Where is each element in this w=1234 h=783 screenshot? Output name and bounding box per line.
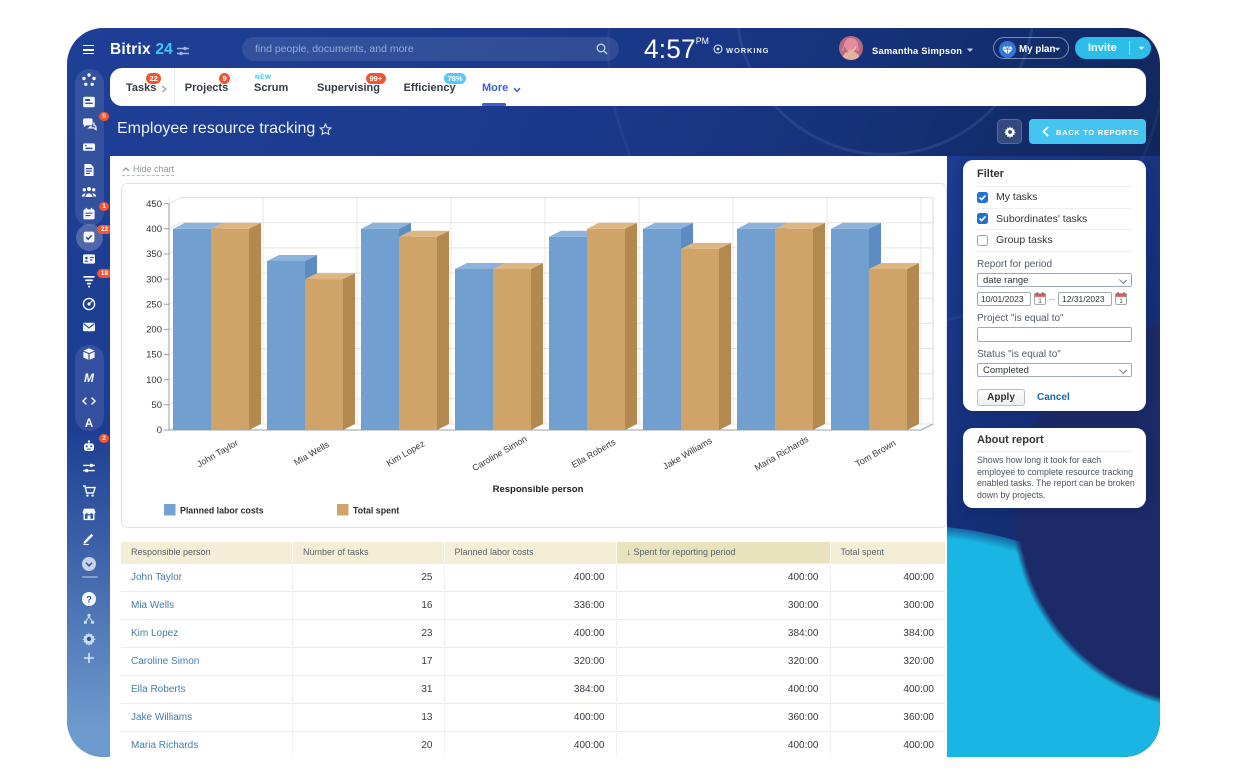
svg-text:50: 50 [151,400,162,411]
svg-text:Maria Richards: Maria Richards [753,434,811,473]
svg-text:Tom Brown: Tom Brown [854,438,898,469]
svg-text:150: 150 [146,350,162,361]
svg-text:1: 1 [1119,298,1123,305]
svg-text:?: ? [86,594,92,605]
svg-text:350: 350 [146,249,162,260]
svg-text:Planned labor costs: Planned labor costs [180,506,264,516]
svg-text:Ella Roberts: Ella Roberts [570,437,618,470]
svg-text:Responsible person: Responsible person [493,484,584,495]
svg-text:Caroline Simon: Caroline Simon [470,434,528,473]
svg-text:Kim Lopez: Kim Lopez [385,438,427,468]
svg-text:300: 300 [146,274,162,285]
svg-text:John Taylor: John Taylor [195,438,240,470]
svg-text:250: 250 [146,299,162,310]
svg-text:Mia Wells: Mia Wells [292,439,331,467]
svg-text:400: 400 [146,224,162,235]
svg-text:450: 450 [146,199,162,210]
svg-text:A: A [85,418,93,430]
svg-text:100: 100 [146,375,162,386]
svg-text:Total spent: Total spent [353,506,399,516]
svg-text:200: 200 [146,325,162,336]
svg-text:1: 1 [1038,298,1042,305]
svg-text:M: M [84,371,95,385]
svg-text:Jake Williams: Jake Williams [661,435,714,471]
svg-text:0: 0 [157,425,162,436]
